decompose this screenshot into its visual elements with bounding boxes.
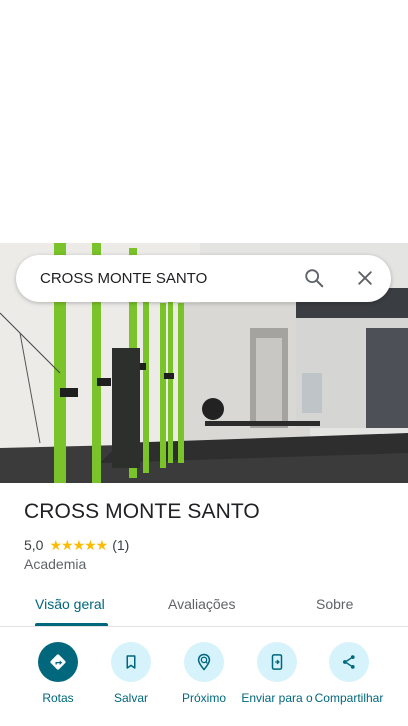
send-to-phone-icon — [257, 642, 297, 682]
place-title: CROSS MONTE SANTO — [24, 500, 260, 523]
directions-label: Rotas — [42, 691, 74, 705]
directions-icon — [38, 642, 78, 682]
place-category[interactable]: Academia — [24, 556, 86, 572]
tabs-divider — [0, 626, 408, 627]
tab-about[interactable]: Sobre — [316, 596, 353, 612]
tab-reviews[interactable]: Avaliações — [168, 596, 235, 612]
send-to-phone-button[interactable]: Enviar para o — [237, 642, 317, 706]
nearby-icon — [184, 642, 224, 682]
nearby-label: Próximo — [181, 691, 226, 705]
review-count[interactable]: (1) — [112, 537, 129, 553]
rating-row[interactable]: 5,0 ★★★★★ (1) — [24, 536, 129, 554]
tab-overview[interactable]: Visão geral — [35, 596, 105, 612]
rating-value: 5,0 — [24, 537, 44, 553]
send-to-phone-label: Enviar para o — [241, 691, 313, 705]
share-button[interactable]: Compartilhar — [309, 642, 389, 706]
search-bar[interactable]: CROSS MONTE SANTO — [16, 255, 391, 302]
share-label: Compartilhar — [314, 691, 384, 705]
close-icon[interactable] — [353, 266, 377, 290]
star-rating-icon: ★★★★★ — [49, 536, 108, 553]
directions-button[interactable]: Rotas — [18, 642, 98, 706]
share-icon — [329, 642, 369, 682]
nearby-button[interactable]: Próximo — [164, 642, 244, 706]
search-icon[interactable] — [302, 266, 326, 290]
save-button[interactable]: Salvar — [91, 642, 171, 706]
save-label: Salvar — [113, 691, 148, 705]
search-input[interactable]: CROSS MONTE SANTO — [40, 255, 207, 302]
bookmark-icon — [111, 642, 151, 682]
